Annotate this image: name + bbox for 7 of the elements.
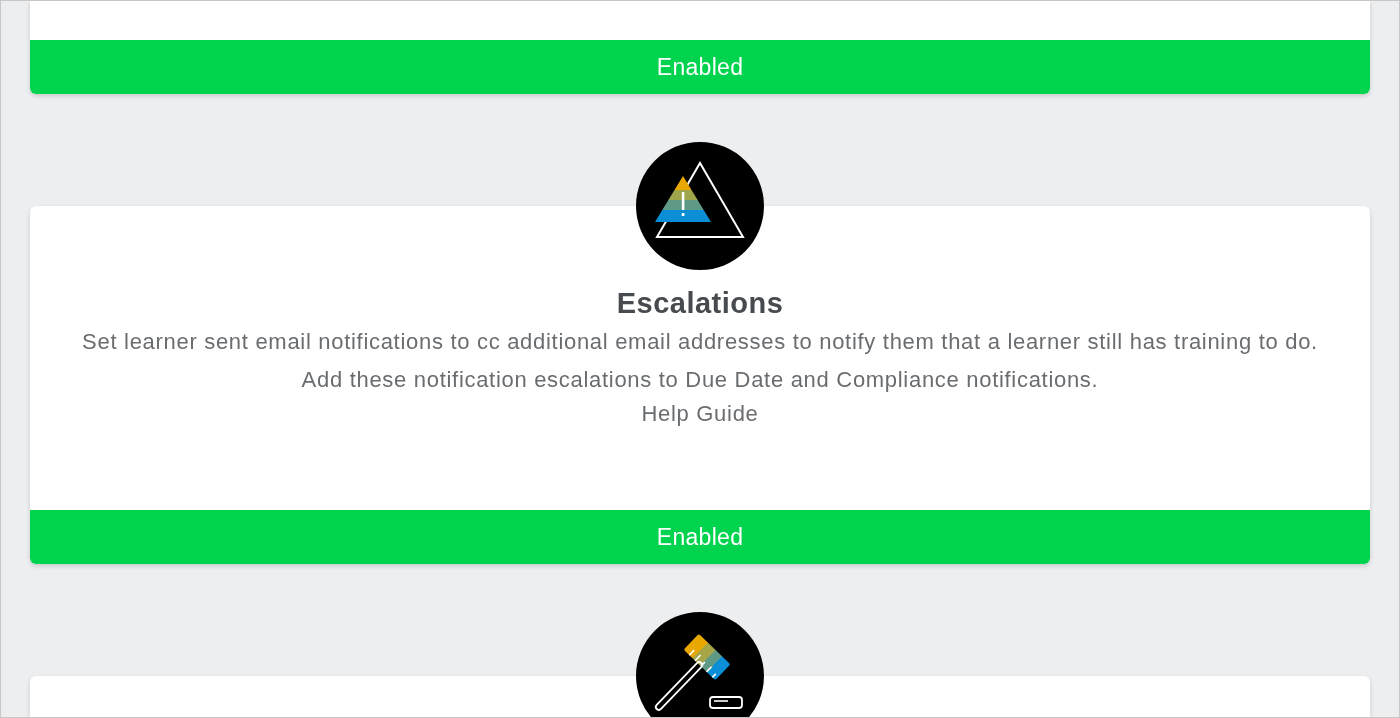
status-bar: Enabled: [30, 40, 1370, 94]
status-bar: Enabled: [30, 510, 1370, 564]
card-description: Add these notification escalations to Due Date and Compliance notifications.: [301, 366, 1099, 394]
card-title: Escalations: [616, 286, 784, 320]
gavel-icon: [636, 612, 764, 717]
card-description: Set learner sent email notifications to cc additional email addresses to notify them that a learner still has training to do.: [82, 328, 1318, 356]
help-guide-link[interactable]: Help Guide: [641, 400, 759, 428]
